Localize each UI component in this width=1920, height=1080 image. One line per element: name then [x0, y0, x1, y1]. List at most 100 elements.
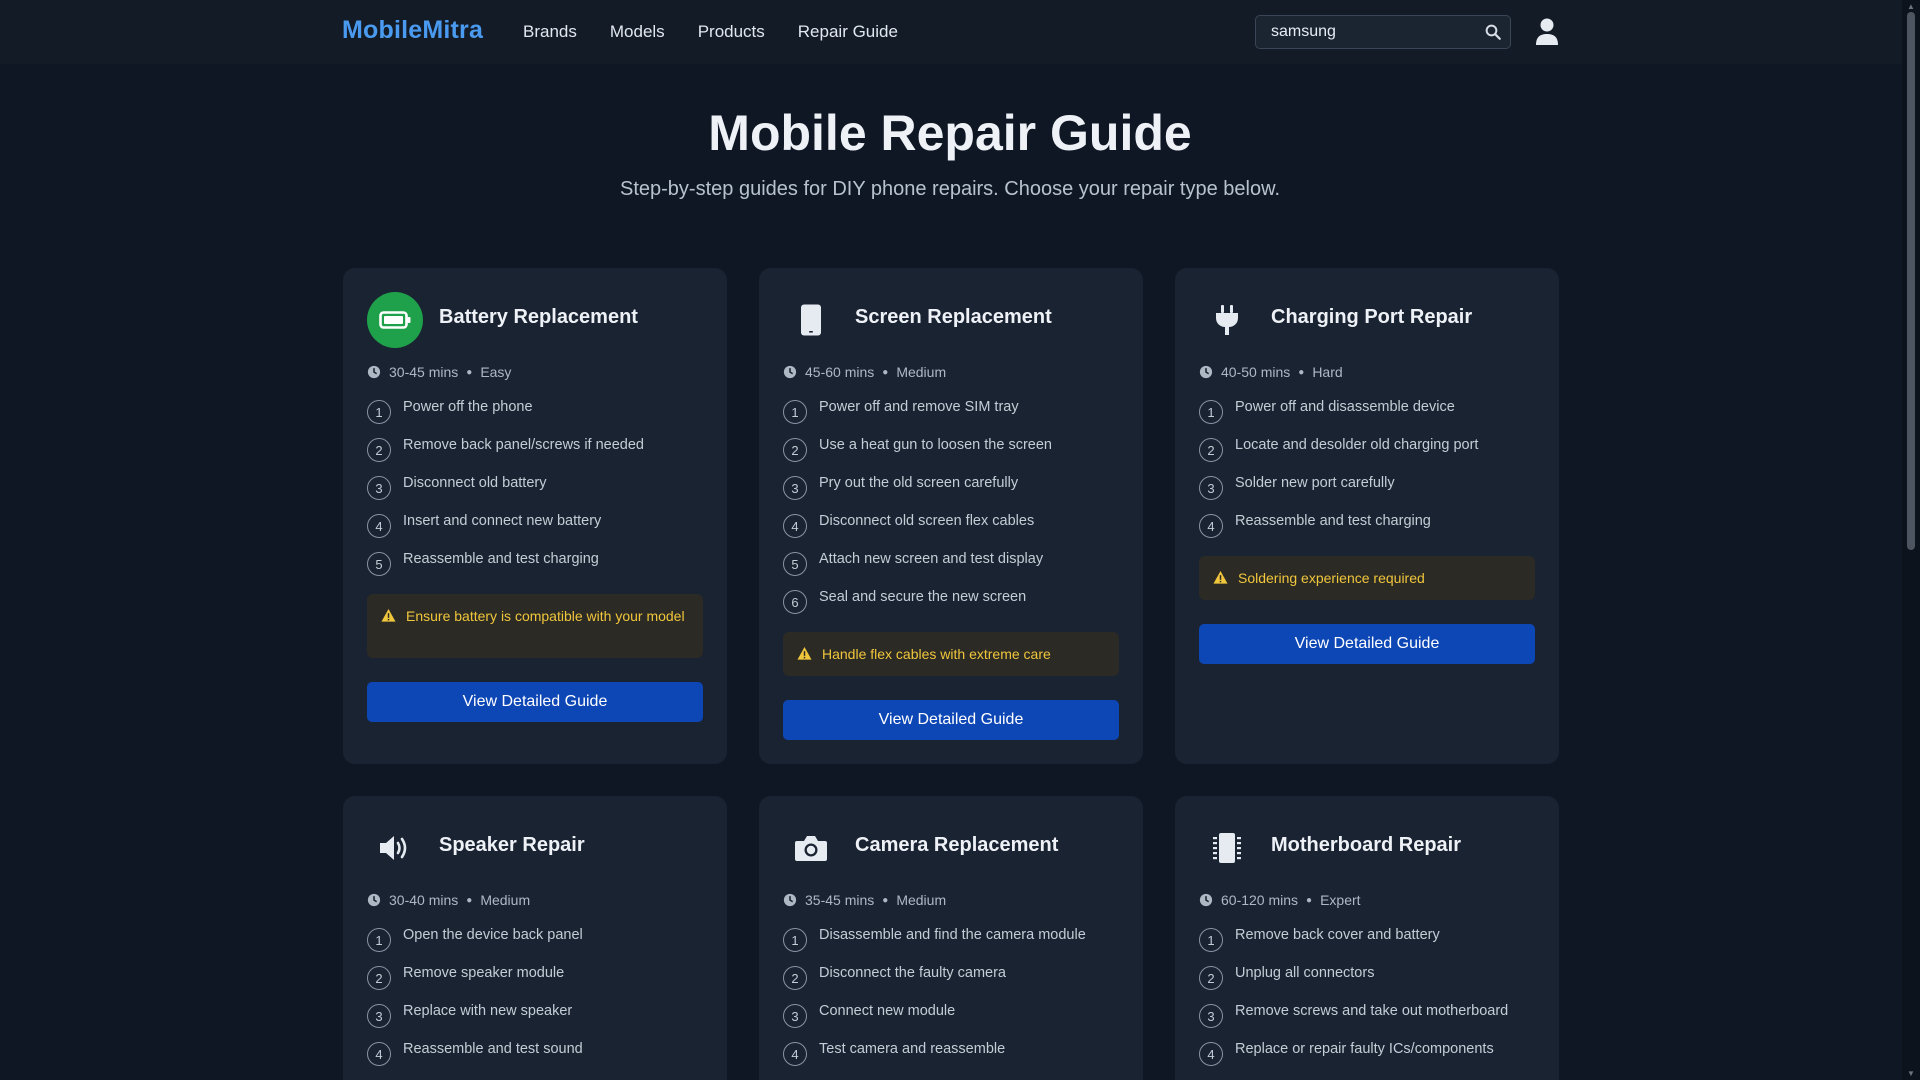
step-number: 1	[783, 400, 807, 424]
step-number: 5	[367, 552, 391, 576]
search-box	[1255, 15, 1511, 49]
clock-icon	[367, 893, 381, 907]
step-text: Pry out the old screen carefully	[819, 475, 1019, 491]
speaker-icon	[380, 836, 407, 860]
step-number: 3	[783, 476, 807, 500]
scroll-up-arrow-icon[interactable]: ▲	[1907, 2, 1915, 11]
search-input[interactable]	[1256, 16, 1476, 48]
step-text: Power off and remove SIM tray	[819, 399, 1019, 415]
nav-link-brands[interactable]: Brands	[523, 22, 577, 42]
card-meta: 60-120 mins ● Expert	[1199, 892, 1361, 908]
warning-box: Ensure battery is compatible with your m…	[367, 594, 703, 658]
step-number: 4	[367, 1042, 391, 1066]
user-icon[interactable]	[1535, 18, 1559, 46]
battery-icon	[379, 311, 411, 329]
step-text: Disconnect the faulty camera	[819, 965, 1006, 981]
warning-box: Handle flex cables with extreme care	[783, 632, 1119, 676]
repair-card-screen: Screen Replacement 45-60 mins ● Medium 1…	[759, 268, 1143, 764]
repair-card-battery: Battery Replacement 30-45 mins ● Easy 1P…	[343, 268, 727, 764]
duration-text: 40-50 mins	[1221, 364, 1291, 380]
nav-link-models[interactable]: Models	[610, 22, 665, 42]
card-title: Battery Replacement	[439, 306, 638, 328]
step-text: Seal and secure the new screen	[819, 589, 1027, 605]
step-number: 4	[783, 514, 807, 538]
phone-icon-badge	[783, 292, 839, 348]
step-number: 1	[783, 928, 807, 952]
step-number: 4	[367, 514, 391, 538]
clock-icon	[783, 365, 797, 379]
duration-text: 45-60 mins	[805, 364, 875, 380]
scroll-down-arrow-icon[interactable]: ▼	[1907, 1069, 1915, 1078]
view-detailed-guide-button[interactable]: View Detailed Guide	[1199, 624, 1535, 664]
step-text: Disassemble and find the camera module	[819, 927, 1086, 943]
list-item: 2 Unplug all connectors	[1199, 964, 1539, 1002]
list-item: 2 Remove back panel/screws if needed	[367, 436, 707, 474]
view-detailed-guide-button[interactable]: View Detailed Guide	[367, 682, 703, 722]
duration-text: 35-45 mins	[805, 892, 875, 908]
step-list: 1 Power off the phone 2 Remove back panel/…	[367, 398, 707, 588]
list-item: 1 Disassemble and find the camera module	[783, 926, 1123, 964]
meta-separator: ●	[882, 894, 889, 906]
camera-icon-badge	[783, 820, 839, 876]
meta-separator: ●	[466, 366, 473, 378]
step-number: 2	[1199, 438, 1223, 462]
step-number: 4	[1199, 1042, 1223, 1066]
step-text: Replace or repair faulty ICs/components	[1235, 1041, 1494, 1057]
step-text: Insert and connect new battery	[403, 513, 602, 529]
card-title: Motherboard Repair	[1271, 834, 1462, 856]
nav-links: Brands Models Products Repair Guide	[523, 22, 931, 42]
step-number: 1	[1199, 400, 1223, 424]
list-item: 6 Seal and secure the new screen	[783, 588, 1123, 626]
step-text: Power off and disassemble device	[1235, 399, 1455, 415]
step-number: 3	[367, 476, 391, 500]
repair-card-motherboard: Motherboard Repair 60-120 mins ● Expert …	[1175, 796, 1559, 1080]
page-subtitle: Step-by-step guides for DIY phone repair…	[620, 178, 1280, 200]
battery-icon-badge	[367, 292, 423, 348]
step-number: 3	[1199, 476, 1223, 500]
step-text: Remove back cover and battery	[1235, 927, 1440, 943]
step-number: 2	[367, 438, 391, 462]
card-meta: 45-60 mins ● Medium	[783, 364, 946, 380]
list-item: 3 Pry out the old screen carefully	[783, 474, 1123, 512]
step-text: Locate and desolder old charging port	[1235, 437, 1479, 453]
scroll-thumb[interactable]	[1907, 12, 1915, 550]
card-meta: 40-50 mins ● Hard	[1199, 364, 1343, 380]
step-text: Reassemble and test sound	[403, 1041, 583, 1057]
list-item: 2 Locate and desolder old charging port	[1199, 436, 1539, 474]
warning-text: Handle flex cables with extreme care	[822, 646, 1051, 662]
list-item: 3 Remove screws and take out motherboard	[1199, 1002, 1539, 1040]
list-item: 3 Disconnect old battery	[367, 474, 707, 512]
warning-box: Soldering experience required	[1199, 556, 1535, 600]
nav-link-products[interactable]: Products	[698, 22, 765, 42]
chip-icon-badge	[1199, 820, 1255, 876]
step-number: 2	[783, 966, 807, 990]
step-number: 2	[783, 438, 807, 462]
step-list: 1 Disassemble and find the camera module …	[783, 926, 1123, 1078]
site-logo[interactable]: MobileMitra	[342, 16, 483, 45]
meta-separator: ●	[466, 894, 473, 906]
difficulty-text: Medium	[896, 892, 947, 908]
speaker-icon-badge	[367, 820, 423, 876]
view-detailed-guide-button[interactable]: View Detailed Guide	[783, 700, 1119, 740]
duration-text: 30-40 mins	[389, 892, 459, 908]
step-number: 3	[367, 1004, 391, 1028]
difficulty-text: Medium	[896, 364, 947, 380]
card-meta: 30-40 mins ● Medium	[367, 892, 530, 908]
plug-icon-badge	[1199, 292, 1255, 348]
camera-icon	[795, 836, 827, 861]
list-item: 5 Attach new screen and test display	[783, 550, 1123, 588]
search-icon[interactable]	[1484, 23, 1502, 41]
clock-icon	[783, 893, 797, 907]
step-text: Test camera and reassemble	[819, 1041, 1006, 1057]
step-number: 4	[1199, 514, 1223, 538]
card-title: Camera Replacement	[855, 834, 1059, 856]
step-text: Reassemble and test charging	[1235, 513, 1431, 529]
nav-link-repair-guide[interactable]: Repair Guide	[798, 22, 898, 42]
list-item: 3 Connect new module	[783, 1002, 1123, 1040]
page-scrollbar[interactable]: ▲ ▼	[1902, 0, 1920, 1080]
step-number: 1	[367, 928, 391, 952]
difficulty-text: Easy	[480, 364, 512, 380]
step-text: Remove screws and take out motherboard	[1235, 1003, 1509, 1019]
step-number: 5	[783, 552, 807, 576]
top-navbar: MobileMitra Brands Models Products Repai…	[0, 0, 1902, 64]
